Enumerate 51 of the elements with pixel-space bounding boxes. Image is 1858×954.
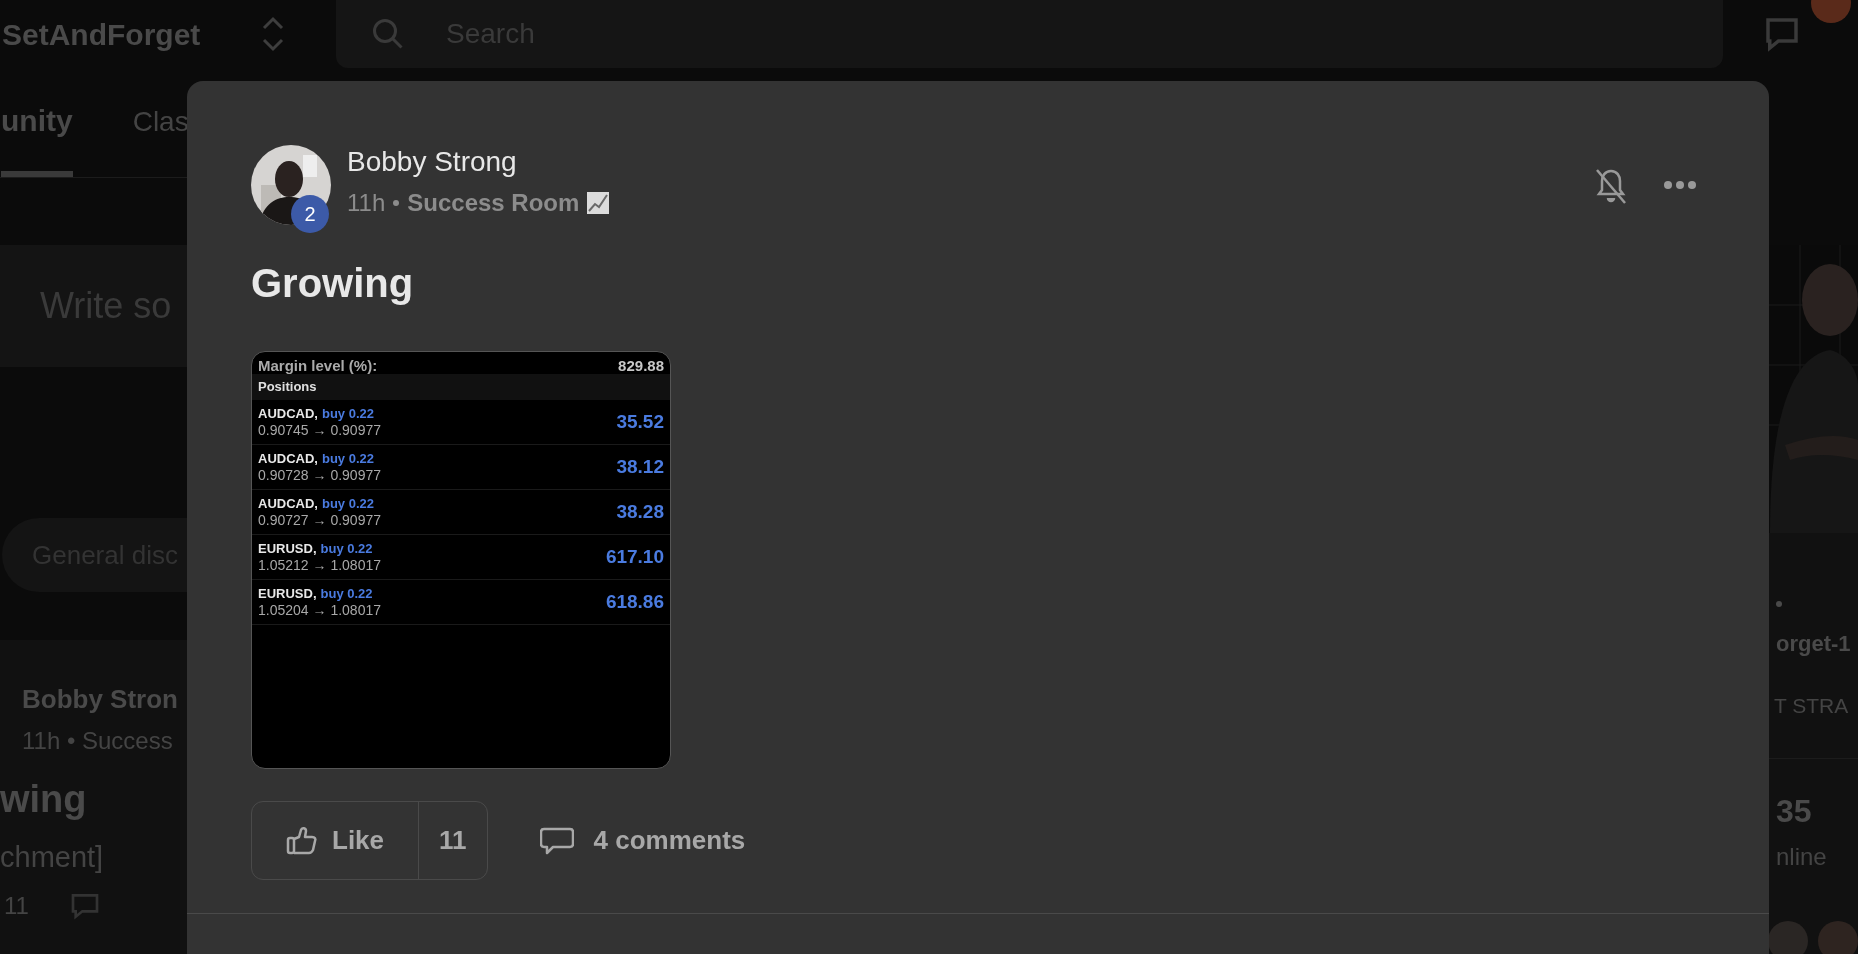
post-time: 11h bbox=[347, 188, 386, 218]
dot-icon bbox=[1776, 601, 1782, 607]
trade-side: buy 0.22 bbox=[320, 585, 373, 602]
post-title: Growing bbox=[251, 260, 415, 307]
position-row[interactable]: EURUSD, buy 0.22 1.05204 → 1.08017 618.86 bbox=[252, 580, 670, 625]
notifications-off-icon[interactable] bbox=[1595, 167, 1627, 205]
profit-value: 35.52 bbox=[616, 409, 664, 434]
margin-value: 829.88 bbox=[618, 358, 664, 374]
attachment-screenshot[interactable] bbox=[251, 351, 671, 769]
chart-icon bbox=[587, 192, 610, 214]
position-row[interactable]: EURUSD, buy 0.22 1.05212 → 1.08017 617.10 bbox=[252, 535, 670, 580]
group-url: orget-1 bbox=[1776, 630, 1851, 658]
position-row[interactable]: AUDCAD, buy 0.22 0.90745 → 0.90977 35.52 bbox=[252, 400, 670, 445]
member-avatar[interactable] bbox=[1768, 920, 1808, 954]
trade-side: buy 0.22 bbox=[321, 405, 374, 422]
profit-value: 38.12 bbox=[616, 454, 664, 479]
dot-icon bbox=[393, 200, 400, 206]
like-button[interactable]: Like bbox=[252, 802, 420, 879]
section-header: Positions bbox=[258, 378, 317, 397]
online-count: 35 bbox=[1776, 791, 1812, 831]
author-name[interactable]: Bobby Strong bbox=[347, 145, 610, 179]
like-count[interactable]: 11 bbox=[419, 802, 487, 879]
symbol: AUDCAD, bbox=[258, 495, 318, 512]
comment-icon bbox=[539, 825, 574, 856]
trade-side: buy 0.22 bbox=[321, 450, 374, 467]
thumbs-up-icon bbox=[286, 825, 318, 856]
more-icon[interactable] bbox=[1663, 179, 1697, 191]
price-range: 0.90727 → 0.90977 bbox=[258, 512, 381, 529]
profit-value: 38.28 bbox=[616, 499, 664, 524]
room-link[interactable]: Success Room bbox=[407, 185, 580, 221]
symbol: EURUSD, bbox=[258, 585, 317, 602]
member-avatar[interactable] bbox=[1818, 920, 1858, 954]
margin-label: Margin level (%): bbox=[258, 358, 378, 374]
price-range: 1.05204 → 1.08017 bbox=[258, 602, 381, 619]
trade-side: buy 0.22 bbox=[321, 495, 374, 512]
price-range: 0.90728 → 0.90977 bbox=[258, 467, 381, 484]
profit-value: 617.10 bbox=[605, 544, 664, 569]
profit-value: 618.86 bbox=[605, 589, 664, 614]
price-range: 0.90745 → 0.90977 bbox=[258, 422, 381, 439]
symbol: AUDCAD, bbox=[258, 405, 318, 422]
comments-button[interactable]: 4 comments bbox=[539, 821, 746, 860]
symbol: EURUSD, bbox=[258, 540, 317, 557]
price-range: 1.05212 → 1.08017 bbox=[258, 557, 381, 574]
symbol: AUDCAD, bbox=[258, 450, 318, 467]
position-row[interactable]: AUDCAD, buy 0.22 0.90728 → 0.90977 38.12 bbox=[252, 445, 670, 490]
position-row[interactable]: AUDCAD, buy 0.22 0.90727 → 0.90977 38.28 bbox=[252, 490, 670, 535]
chevron-updown-icon[interactable] bbox=[260, 14, 286, 54]
post-title: wing bbox=[0, 777, 87, 822]
trade-side: buy 0.22 bbox=[320, 540, 373, 557]
level-badge: 2 bbox=[291, 195, 329, 233]
app-name: SetAndForget bbox=[2, 17, 201, 51]
